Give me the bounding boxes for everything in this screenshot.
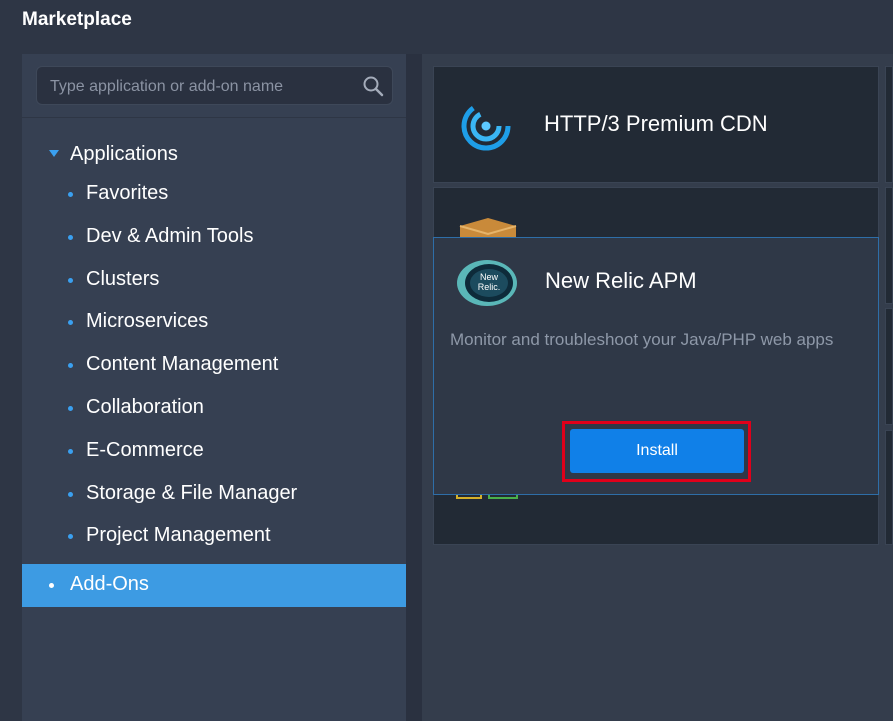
sidebar: Type application or add-on name Applicat… <box>22 54 406 721</box>
sidebar-section-label: Applications <box>70 143 178 165</box>
sidebar-item-collaboration[interactable]: Collaboration <box>22 396 406 439</box>
caret-down-icon[interactable] <box>49 150 59 157</box>
top-bar: Marketplace <box>0 0 893 48</box>
sidebar-item-e-commerce[interactable]: E-Commerce <box>22 439 406 482</box>
addon-detail-popup: New Relic. New Relic APM Monitor and tro… <box>433 237 879 495</box>
search-box[interactable]: Type application or add-on name <box>36 66 393 105</box>
bullet-icon <box>68 277 73 283</box>
install-button[interactable]: Install <box>570 429 744 473</box>
new-relic-logo-icon: New Relic. <box>457 260 517 306</box>
sidebar-item-dev-admin-tools[interactable]: Dev & Admin Tools <box>22 225 406 268</box>
popup-title: New Relic APM <box>545 268 697 293</box>
bullet-icon <box>68 534 73 540</box>
sidebar-item-label: Content Management <box>86 353 279 376</box>
addon-card-edge <box>885 308 893 425</box>
sidebar-item-content-management[interactable]: Content Management <box>22 353 406 396</box>
addon-card-edge <box>885 187 893 304</box>
sidebar-item-add-ons[interactable]: Add-Ons <box>22 564 406 607</box>
sidebar-item-label: Collaboration <box>86 395 204 418</box>
panel-divider <box>406 54 422 721</box>
bullet-icon <box>49 583 54 588</box>
bullet-icon <box>68 234 73 240</box>
sidebar-item-label: Storage & File Manager <box>86 481 298 504</box>
sidebar-item-label: Clusters <box>86 267 160 290</box>
logo-text-1: New <box>480 272 499 282</box>
bullet-icon <box>68 192 73 197</box>
logo-text-2: Relic. <box>478 282 501 292</box>
sidebar-divider <box>22 117 406 118</box>
popup-description: Monitor and troubleshoot your Java/PHP w… <box>450 330 834 349</box>
search-input[interactable]: Type application or add-on name <box>50 78 283 96</box>
addon-card-http3-cdn[interactable]: HTTP/3 Premium CDN <box>433 66 879 183</box>
sidebar-item-favorites[interactable]: Favorites <box>22 182 406 225</box>
sidebar-item-label: Project Management <box>86 524 271 547</box>
sidebar-item-label: Add-Ons <box>70 573 149 595</box>
sidebar-item-project-management[interactable]: Project Management <box>22 524 406 567</box>
sidebar-item-label: E-Commerce <box>86 438 204 461</box>
addon-card-edge <box>885 430 893 545</box>
cdn-swirl-icon <box>461 101 511 151</box>
bullet-icon <box>68 320 73 326</box>
bullet-icon <box>68 405 73 411</box>
sidebar-item-storage-file-manager[interactable]: Storage & File Manager <box>22 482 406 525</box>
addon-card-title: HTTP/3 Premium CDN <box>544 111 768 136</box>
bullet-icon <box>68 491 73 497</box>
bullet-icon <box>68 363 73 369</box>
sidebar-item-clusters[interactable]: Clusters <box>22 268 406 311</box>
bullet-icon <box>68 448 73 454</box>
addon-card-edge <box>885 66 893 183</box>
sidebar-item-label: Dev & Admin Tools <box>86 224 254 247</box>
sidebar-nav-list: Favorites Dev & Admin Tools Clusters Mic… <box>22 182 406 567</box>
sidebar-section-applications[interactable]: Applications <box>22 142 406 168</box>
search-icon[interactable] <box>362 75 384 97</box>
sidebar-item-microservices[interactable]: Microservices <box>22 310 406 353</box>
sidebar-item-label: Favorites <box>86 182 169 204</box>
sidebar-item-label: Microservices <box>86 310 209 333</box>
page-title: Marketplace <box>22 9 132 30</box>
